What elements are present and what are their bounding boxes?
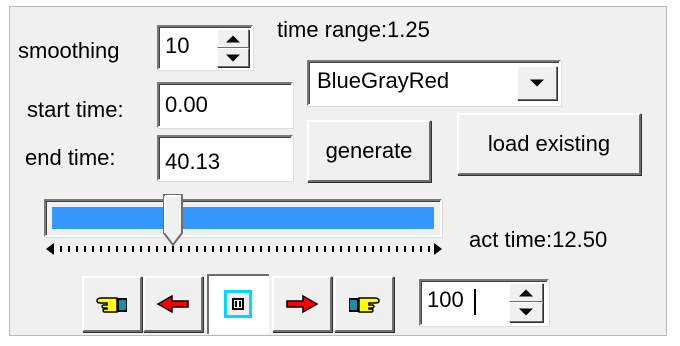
speed-down-button[interactable]	[509, 302, 543, 322]
arrow-right-icon	[286, 294, 319, 314]
act-time-label: act time:12.50	[469, 227, 608, 252]
chevron-up-icon	[519, 289, 533, 296]
chevron-down-icon	[519, 308, 533, 316]
end-time-input[interactable]: 40.13	[157, 135, 293, 181]
chevron-down-icon	[226, 54, 240, 61]
smoothing-down-button[interactable]	[217, 48, 249, 67]
smoothing-spinner[interactable]: 10	[157, 25, 253, 70]
time-slider-track[interactable]	[44, 199, 442, 237]
step-back-button[interactable]	[143, 276, 203, 332]
generate-button[interactable]: generate	[307, 120, 431, 182]
step-forward-button[interactable]	[272, 276, 332, 332]
chevron-down-icon	[530, 79, 544, 87]
smoothing-label: smoothing	[18, 38, 120, 63]
tick-right-arrow-icon	[434, 243, 442, 255]
smoothing-up-button[interactable]	[217, 29, 249, 48]
speed-up-button[interactable]	[509, 283, 543, 302]
speed-spinner[interactable]: 100	[419, 279, 549, 326]
hand-right-icon	[349, 297, 380, 313]
skip-start-button[interactable]	[82, 276, 142, 332]
time-range-label: time range:1.25	[277, 17, 430, 42]
hand-left-icon	[96, 297, 127, 313]
start-time-input[interactable]: 0.00	[157, 82, 293, 128]
colormap-dropdown-button[interactable]	[517, 66, 557, 100]
end-time-value: 40.13	[165, 149, 221, 174]
chevron-up-icon	[226, 35, 240, 42]
slider-ticks	[52, 246, 436, 252]
pause-button[interactable]	[207, 274, 269, 334]
pause-icon	[224, 290, 252, 318]
speed-value: 100	[427, 287, 464, 312]
time-slider-fill	[52, 207, 434, 229]
skip-end-button[interactable]	[334, 276, 394, 332]
load-existing-button[interactable]: load existing	[457, 113, 641, 175]
colormap-value: BlueGrayRed	[317, 68, 450, 93]
start-time-value: 0.00	[165, 92, 208, 117]
colormap-select[interactable]: BlueGrayRed	[307, 60, 561, 106]
smoothing-value: 10	[165, 33, 190, 58]
slider-thumb-icon	[163, 194, 183, 247]
end-time-label: end time:	[25, 145, 116, 170]
text-cursor	[474, 289, 476, 315]
arrow-left-icon	[156, 294, 189, 314]
start-time-label: start time:	[27, 97, 124, 122]
